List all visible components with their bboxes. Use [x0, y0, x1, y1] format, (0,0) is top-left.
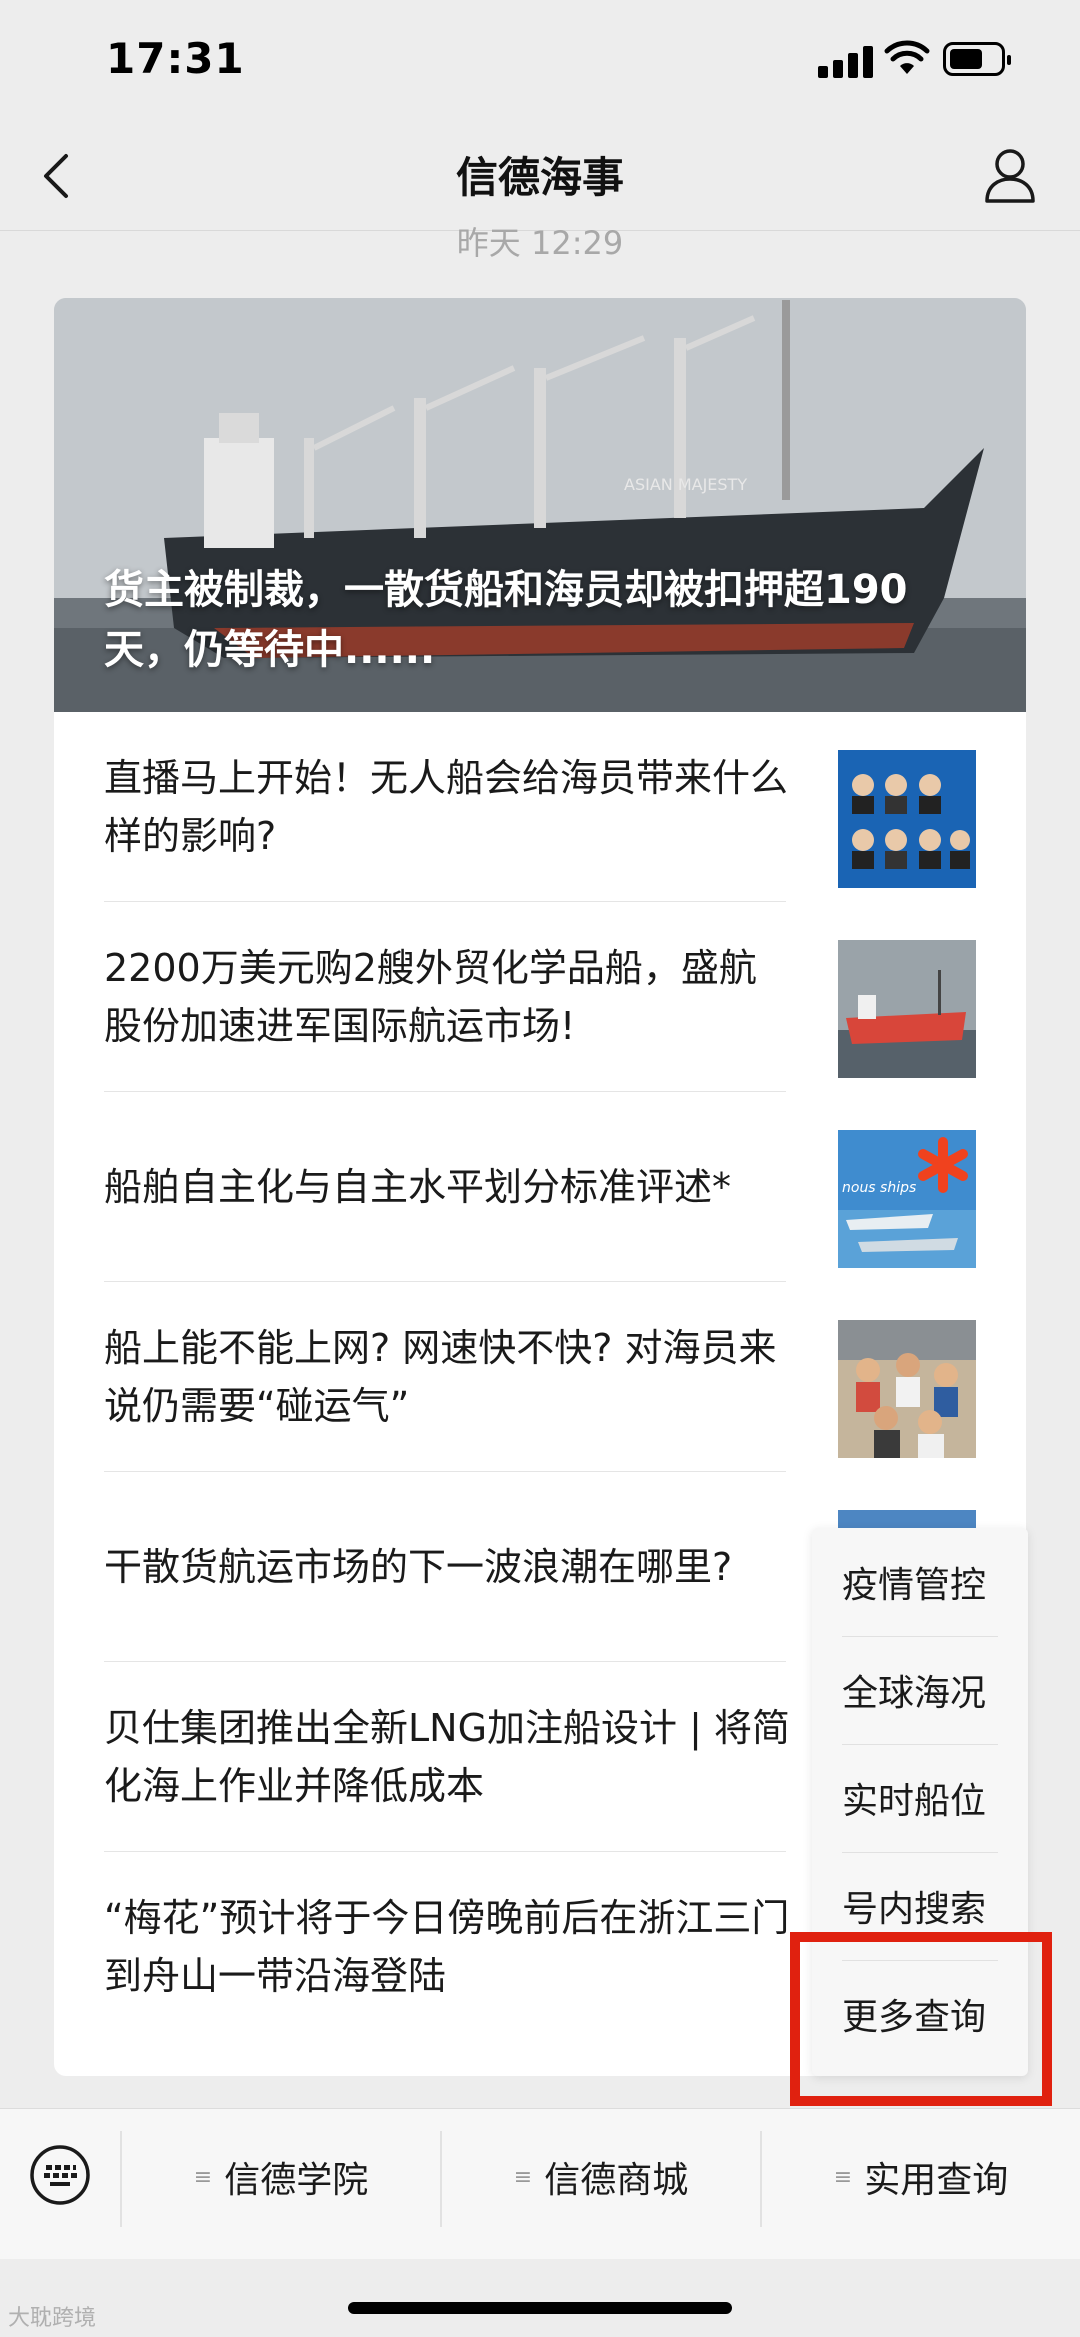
keyboard-icon[interactable]	[28, 2143, 92, 2207]
menu-lines-icon: ≡	[193, 2164, 213, 2190]
wifi-icon	[884, 40, 930, 74]
article-title: 船舶自主化与自主水平划分标准评述*	[104, 1165, 732, 1209]
status-time: 17:31	[106, 34, 245, 83]
status-bar: 17:31	[0, 0, 1080, 120]
article-thumbnail	[838, 1320, 976, 1458]
message-timestamp: 昨天 12:29	[456, 224, 624, 262]
cellular-signal-icon	[818, 44, 874, 78]
watermark: 大耽跨境	[8, 2306, 97, 2331]
battery-icon	[943, 42, 1011, 76]
article-title: 贝仕集团推出全新LNG加注船设计 | 将简化海上作业并降低成本	[104, 1706, 791, 1808]
article-title: 干散货航运市场的下一波浪潮在哪里?	[104, 1545, 733, 1589]
menu-item-realtime-ship-position[interactable]: 实时船位	[842, 1744, 998, 1853]
article-thumbnail	[838, 940, 976, 1078]
tab-practical-queries[interactable]: ≡ 实用查询	[762, 2109, 1080, 2245]
home-indicator[interactable]	[348, 2302, 732, 2314]
article-thumbnail: nous ships	[838, 1130, 976, 1268]
svg-text:nous ships: nous ships	[842, 1180, 916, 1196]
hero-article[interactable]: ASIAN MAJESTY 货主被制裁，一散货船和海员却被扣押超190天，仍等待…	[54, 298, 1026, 712]
tab-label: 实用查询	[864, 2160, 1009, 2201]
page-title: 信德海事	[455, 153, 624, 202]
menu-lines-icon: ≡	[513, 2164, 533, 2190]
article-title: 2200万美元购2艘外贸化学品船，盛航股份加速进军国际航运市场!	[104, 946, 757, 1048]
list-item[interactable]: 直播马上开始！无人船会给海员带来什么样的影响?	[54, 712, 1026, 902]
article-thumbnail	[838, 750, 976, 888]
list-item[interactable]: 船上能不能上网? 网速快不快? 对海员来说仍需要“碰运气”	[54, 1282, 1026, 1472]
svg-text:ASIAN MAJESTY: ASIAN MAJESTY	[624, 475, 747, 494]
list-item[interactable]: 船舶自主化与自主水平划分标准评述* nous ships	[54, 1092, 1026, 1282]
hero-title: 货主被制裁，一散货船和海员却被扣押超190天，仍等待中......	[104, 567, 908, 673]
bottom-menu-bar: ≡ 信德学院 ≡ 信德商城 ≡ 实用查询	[0, 2108, 1080, 2259]
tab-label: 信德商城	[544, 2160, 689, 2201]
article-title: 直播马上开始！无人船会给海员带来什么样的影响?	[104, 756, 789, 858]
tab-xinde-mall[interactable]: ≡ 信德商城	[442, 2109, 760, 2245]
article-title: 船上能不能上网? 网速快不快? 对海员来说仍需要“碰运气”	[104, 1326, 777, 1428]
menu-item-epidemic-control[interactable]: 疫情管控	[842, 1528, 998, 1637]
tab-xinde-academy[interactable]: ≡ 信德学院	[122, 2109, 440, 2245]
tab-label: 信德学院	[224, 2160, 369, 2201]
highlight-box-more-queries	[790, 1932, 1052, 2106]
profile-icon[interactable]	[982, 146, 1038, 206]
menu-item-global-sea-conditions[interactable]: 全球海况	[842, 1636, 998, 1745]
navigation-bar: 信德海事	[0, 120, 1080, 231]
list-item[interactable]: 2200万美元购2艘外贸化学品船，盛航股份加速进军国际航运市场!	[54, 902, 1026, 1092]
menu-lines-icon: ≡	[833, 2164, 853, 2190]
article-title: “梅花”预计将于今日傍晚前后在浙江三门到舟山一带沿海登陆	[104, 1896, 790, 1998]
